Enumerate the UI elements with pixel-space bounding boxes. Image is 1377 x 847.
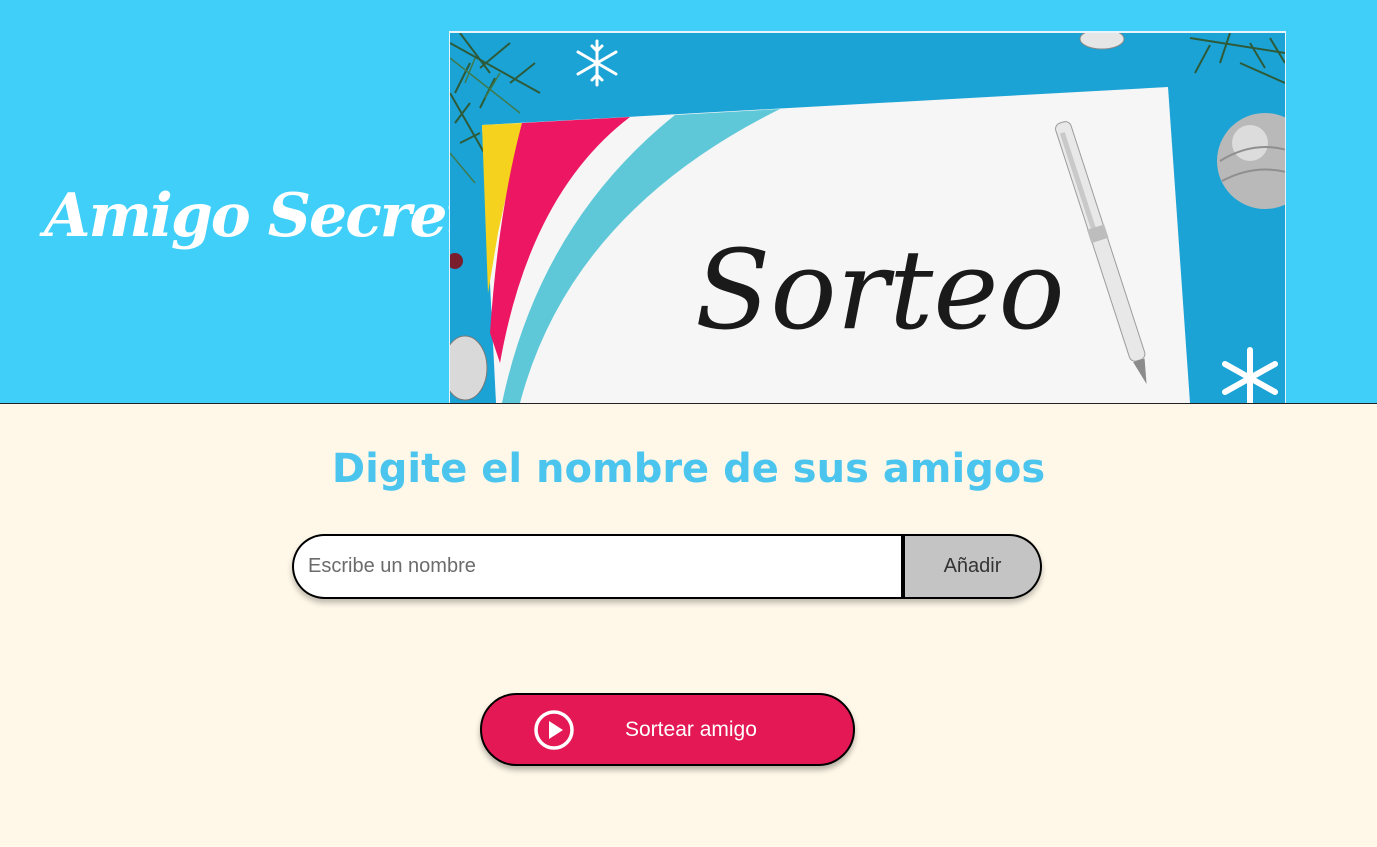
main-content: Digite el nombre de sus amigos Añadir So…	[0, 404, 1377, 847]
play-circle-icon	[534, 710, 574, 750]
header: Amigo Secreto Sorteo	[0, 0, 1377, 404]
section-title: Digite el nombre de sus amigos	[331, 446, 1046, 492]
draw-friend-button[interactable]: Sortear amigo	[480, 693, 855, 766]
banner-image: Sorteo	[449, 31, 1286, 403]
add-button[interactable]: Añadir	[901, 534, 1042, 599]
name-entry-group: Añadir	[292, 534, 1042, 599]
name-input[interactable]	[292, 534, 903, 599]
banner-script-text: Sorteo	[695, 226, 1065, 354]
page-title: Amigo Secreto	[44, 181, 511, 251]
draw-button-label: Sortear amigo	[625, 718, 757, 741]
